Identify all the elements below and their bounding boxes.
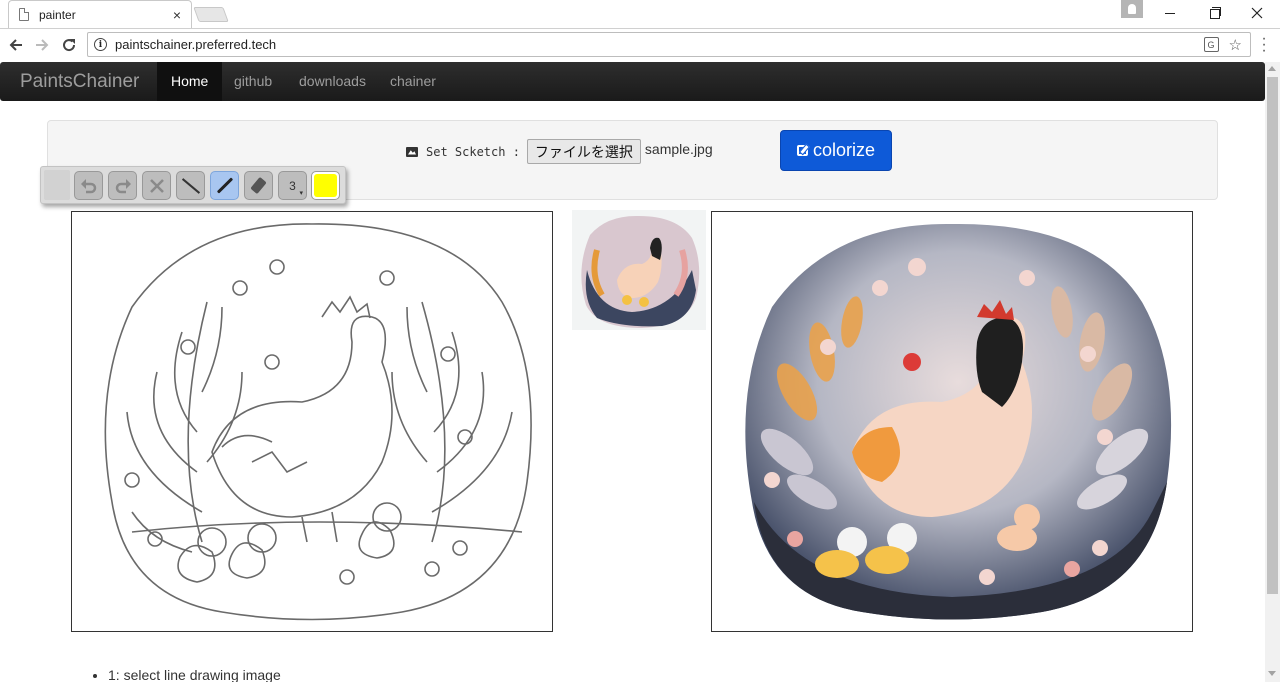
close-icon[interactable]: ×	[173, 7, 181, 23]
reload-icon[interactable]	[58, 34, 80, 56]
nav-downloads[interactable]: downloads	[285, 62, 380, 101]
clear-icon[interactable]	[142, 171, 171, 200]
scroll-up-arrow-icon[interactable]	[1268, 66, 1276, 71]
undo-icon[interactable]	[74, 171, 103, 200]
picture-icon	[406, 146, 418, 157]
back-icon[interactable]	[5, 34, 27, 56]
maximize-icon[interactable]	[1192, 0, 1234, 26]
browser-titlebar: painter ×	[0, 0, 1280, 28]
minimize-icon[interactable]	[1149, 0, 1191, 26]
edit-icon	[796, 145, 808, 156]
colorize-label: colorize	[812, 140, 876, 160]
sketch-label: Set Scketch :	[426, 144, 520, 159]
thumbnail-image	[581, 215, 700, 328]
nav-github[interactable]: github	[220, 62, 286, 101]
browser-tab[interactable]: painter ×	[8, 0, 192, 28]
menu-icon[interactable]: · · ·	[1259, 31, 1269, 59]
brush-size-value: 3	[289, 178, 296, 193]
forward-icon[interactable]	[31, 34, 53, 56]
result-canvas[interactable]	[711, 211, 1193, 632]
sketch-canvas[interactable]	[71, 211, 553, 632]
scrollbar-thumb[interactable]	[1267, 77, 1278, 594]
palette-drag-handle[interactable]	[44, 170, 70, 200]
redo-icon[interactable]	[108, 171, 137, 200]
new-tab-button[interactable]	[193, 7, 229, 22]
browser-toolbar: i paintschainer.preferred.tech G ☆ · · ·	[0, 28, 1280, 61]
eraser-icon[interactable]	[244, 171, 273, 200]
nav-home[interactable]: Home	[157, 62, 223, 101]
sketch-upload-row: Set Scketch : ファイルを選択 sample.jpg	[406, 139, 713, 164]
instruction-step: 1: select line drawing image	[108, 667, 281, 682]
address-bar[interactable]: i paintschainer.preferred.tech G ☆	[87, 32, 1251, 57]
colorize-button[interactable]: colorize	[780, 130, 892, 171]
url-text[interactable]: paintschainer.preferred.tech	[115, 37, 276, 52]
pen-icon[interactable]	[210, 171, 239, 200]
colorized-image	[745, 223, 1172, 620]
nav-chainer[interactable]: chainer	[376, 62, 450, 101]
line-drawing-image	[104, 223, 532, 621]
line-icon[interactable]	[176, 171, 205, 200]
info-icon[interactable]: i	[94, 38, 107, 51]
profile-icon[interactable]	[1121, 0, 1143, 18]
color-swatch	[314, 174, 337, 197]
color-picker[interactable]	[311, 171, 340, 200]
translate-icon[interactable]: G	[1203, 37, 1219, 52]
file-select-button[interactable]: ファイルを選択	[526, 139, 641, 164]
star-icon[interactable]: ☆	[1229, 36, 1242, 54]
brush-size-select[interactable]: 3 ▾	[278, 171, 307, 200]
result-thumbnail[interactable]	[572, 210, 706, 330]
close-window-icon[interactable]	[1236, 0, 1278, 26]
brand-link[interactable]: PaintsChainer	[20, 71, 139, 93]
instructions-list: 1: select line drawing image	[108, 667, 281, 682]
tab-title: painter	[39, 7, 76, 22]
caret-down-icon: ▾	[299, 190, 303, 197]
file-name: sample.jpg	[644, 140, 713, 157]
page-icon	[19, 8, 29, 21]
site-navbar: PaintsChainer Home github downloads chai…	[0, 62, 1265, 101]
drawing-palette: 3 ▾	[40, 166, 346, 204]
scroll-down-arrow-icon[interactable]	[1268, 671, 1276, 676]
